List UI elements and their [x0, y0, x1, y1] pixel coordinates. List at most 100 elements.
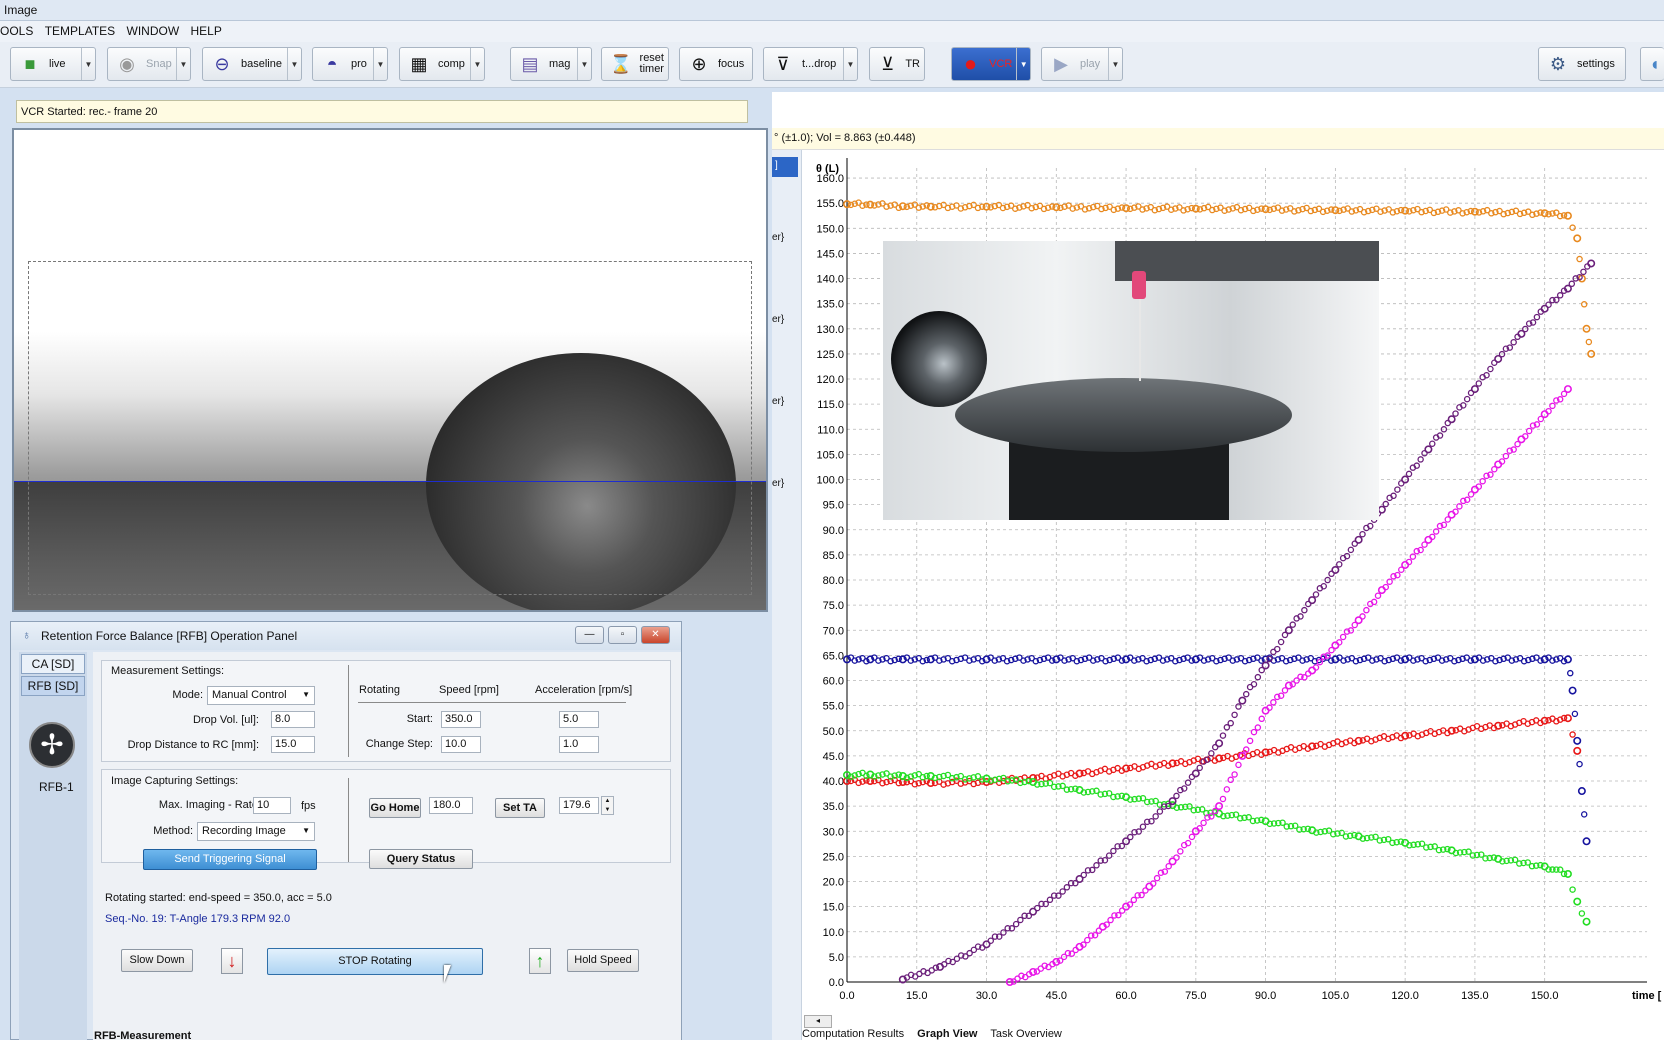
- tr-button[interactable]: ⊻ TR: [869, 47, 925, 81]
- acceleration-header: Acceleration [rpm/s]: [535, 684, 633, 696]
- menu-help[interactable]: HELP: [191, 21, 230, 38]
- menu-templates[interactable]: TEMPLATES: [45, 21, 123, 38]
- strip-tab[interactable]: ]: [772, 157, 798, 177]
- go-home-field[interactable]: 180.0: [429, 797, 473, 814]
- y-axis-label: θ (L): [816, 163, 839, 175]
- go-home-button[interactable]: Go Home: [369, 798, 421, 818]
- slow-down-button[interactable]: Slow Down: [121, 949, 193, 972]
- drop-distance-field[interactable]: 15.0: [271, 736, 315, 753]
- chevron-down-icon[interactable]: ▼: [470, 48, 484, 80]
- imaging-title: Image Capturing Settings:: [111, 775, 239, 787]
- arrow-down-icon[interactable]: ↓: [221, 948, 243, 974]
- start-accel-field[interactable]: 5.0: [559, 711, 599, 728]
- reset-timer-button[interactable]: ⌛ reset timer: [601, 47, 669, 81]
- strip-label: er}: [772, 396, 785, 407]
- live-image-view[interactable]: [12, 128, 768, 612]
- roi-rectangle[interactable]: [28, 261, 752, 595]
- mouse-cursor: [444, 965, 458, 983]
- camera-icon: ■: [24, 53, 36, 74]
- arrow-up-icon[interactable]: ↑: [529, 948, 551, 974]
- y-tick-label: 15.0: [823, 902, 844, 914]
- y-tick-label: 40.0: [823, 776, 844, 788]
- set-ta-field[interactable]: 179.6: [559, 797, 599, 814]
- panel-side-tabs: CA [SD] RFB [SD] ✢ RFB-1: [19, 652, 87, 1040]
- crosshair-icon: ⊕: [691, 53, 707, 74]
- y-tick-label: 35.0: [823, 801, 844, 813]
- y-tick-label: 135.0: [816, 299, 844, 311]
- rotor-icon: ✢: [29, 722, 75, 768]
- baseline-button[interactable]: ⊖ baseline ▼: [202, 47, 302, 81]
- drop-button[interactable]: ⊽ t...drop ▼: [763, 47, 858, 81]
- change-step-label: Change Step:: [365, 738, 433, 750]
- method-select[interactable]: Recording Image ▼: [197, 822, 315, 841]
- overflow-button[interactable]: ◖: [1640, 47, 1664, 81]
- syringe-icon: ⊽: [776, 53, 790, 74]
- rate-field[interactable]: 10: [253, 797, 291, 814]
- chevron-down-icon[interactable]: ▼: [577, 48, 591, 80]
- settings-button[interactable]: ⚙ settings: [1538, 47, 1626, 81]
- start-label: Start:: [406, 713, 433, 725]
- menu-tools[interactable]: OOLS: [0, 21, 41, 38]
- panel-titlebar[interactable]: ♁ Retention Force Balance [RFB] Operatio…: [11, 622, 681, 650]
- chevron-down-icon[interactable]: ▼: [176, 48, 190, 80]
- close-button[interactable]: ✕: [641, 626, 670, 644]
- tab-rfb-measurement[interactable]: RFB-Measurement: [94, 1030, 191, 1040]
- live-button[interactable]: ■ live ▼: [10, 47, 96, 81]
- y-tick-label: 110.0: [817, 424, 844, 436]
- tab-computation-results[interactable]: Computation Results: [802, 1028, 904, 1040]
- tab-ca-sd[interactable]: CA [SD]: [21, 654, 85, 674]
- change-speed-field[interactable]: 10.0: [441, 736, 481, 753]
- menu-window[interactable]: WINDOW: [127, 21, 188, 38]
- chevron-down-icon[interactable]: ▼: [1016, 48, 1030, 80]
- drop-vol-field[interactable]: 8.0: [271, 711, 315, 728]
- vcr-status-bar: VCR Started: rec.- frame 20: [16, 100, 748, 123]
- y-tick-label: 55.0: [823, 701, 844, 713]
- y-tick-label: 80.0: [823, 575, 844, 587]
- tab-task-overview[interactable]: Task Overview: [990, 1028, 1062, 1040]
- panel-content: Measurement Settings: Mode: Manual Contr…: [93, 652, 681, 1040]
- chevron-down-icon[interactable]: ▼: [373, 48, 387, 80]
- y-tick-label: 20.0: [823, 877, 844, 889]
- mode-select[interactable]: Manual Control ▼: [207, 686, 315, 705]
- set-ta-spinner[interactable]: ▲ ▼: [601, 796, 614, 815]
- timer-label: timer: [639, 63, 664, 75]
- chevron-down-icon[interactable]: ▼: [843, 48, 857, 80]
- magnification-button[interactable]: ▤ mag ▼: [510, 47, 592, 81]
- tab-rfb-sd[interactable]: RFB [SD]: [21, 676, 85, 696]
- reset-timer-label: reset timer: [636, 53, 668, 75]
- query-status-button[interactable]: Query Status: [369, 849, 473, 869]
- maximize-button[interactable]: ▫: [608, 626, 637, 644]
- send-trigger-button[interactable]: Send Triggering Signal: [143, 849, 317, 870]
- result-bar: ° (±1.0); Vol = 8.863 (±0.448): [772, 128, 1664, 150]
- vcr-button[interactable]: ● VCR ▼: [951, 47, 1031, 81]
- y-tick-label: 150.0: [816, 223, 844, 235]
- chevron-down-icon: ▼: [302, 826, 310, 835]
- start-speed-field[interactable]: 350.0: [441, 711, 481, 728]
- compute-button[interactable]: ▦ comp ▼: [399, 47, 485, 81]
- change-accel-field[interactable]: 1.0: [559, 736, 599, 753]
- snap-button[interactable]: ◉ Snap ▼: [107, 47, 191, 81]
- tab-graph-view[interactable]: Graph View: [917, 1028, 977, 1040]
- set-ta-button[interactable]: Set TA: [495, 798, 545, 818]
- play-button[interactable]: ▶ play ▼: [1041, 47, 1123, 81]
- chevron-down-icon[interactable]: ▼: [81, 48, 95, 80]
- y-tick-label: 50.0: [823, 726, 844, 738]
- camera-lens: [891, 311, 987, 407]
- hold-speed-button[interactable]: Hold Speed: [567, 949, 639, 972]
- focus-button[interactable]: ⊕ focus: [679, 47, 753, 81]
- strip-label: er}: [772, 478, 785, 489]
- x-tick-label: 90.0: [1255, 990, 1276, 1002]
- x-tick-label: 15.0: [906, 990, 927, 1002]
- scroll-left-button[interactable]: ◂: [804, 1015, 832, 1028]
- chevron-down-icon[interactable]: ▼: [1108, 48, 1122, 80]
- x-tick-label: 75.0: [1185, 990, 1206, 1002]
- chevron-down-icon[interactable]: ▼: [287, 48, 301, 80]
- minimize-button[interactable]: —: [575, 626, 604, 644]
- y-tick-label: 90.0: [823, 525, 844, 537]
- profile-button[interactable]: ◓ pro ▼: [312, 47, 388, 81]
- x-tick-label: 0.0: [839, 990, 854, 1002]
- toolbar: ■ live ▼ ◉ Snap ▼ ⊖ baseline ▼ ◓ pro ▼ ▦…: [0, 42, 1664, 88]
- baseline-label: baseline: [241, 57, 282, 70]
- panel-title: Retention Force Balance [RFB] Operation …: [41, 629, 298, 643]
- y-tick-label: 120.0: [816, 374, 844, 386]
